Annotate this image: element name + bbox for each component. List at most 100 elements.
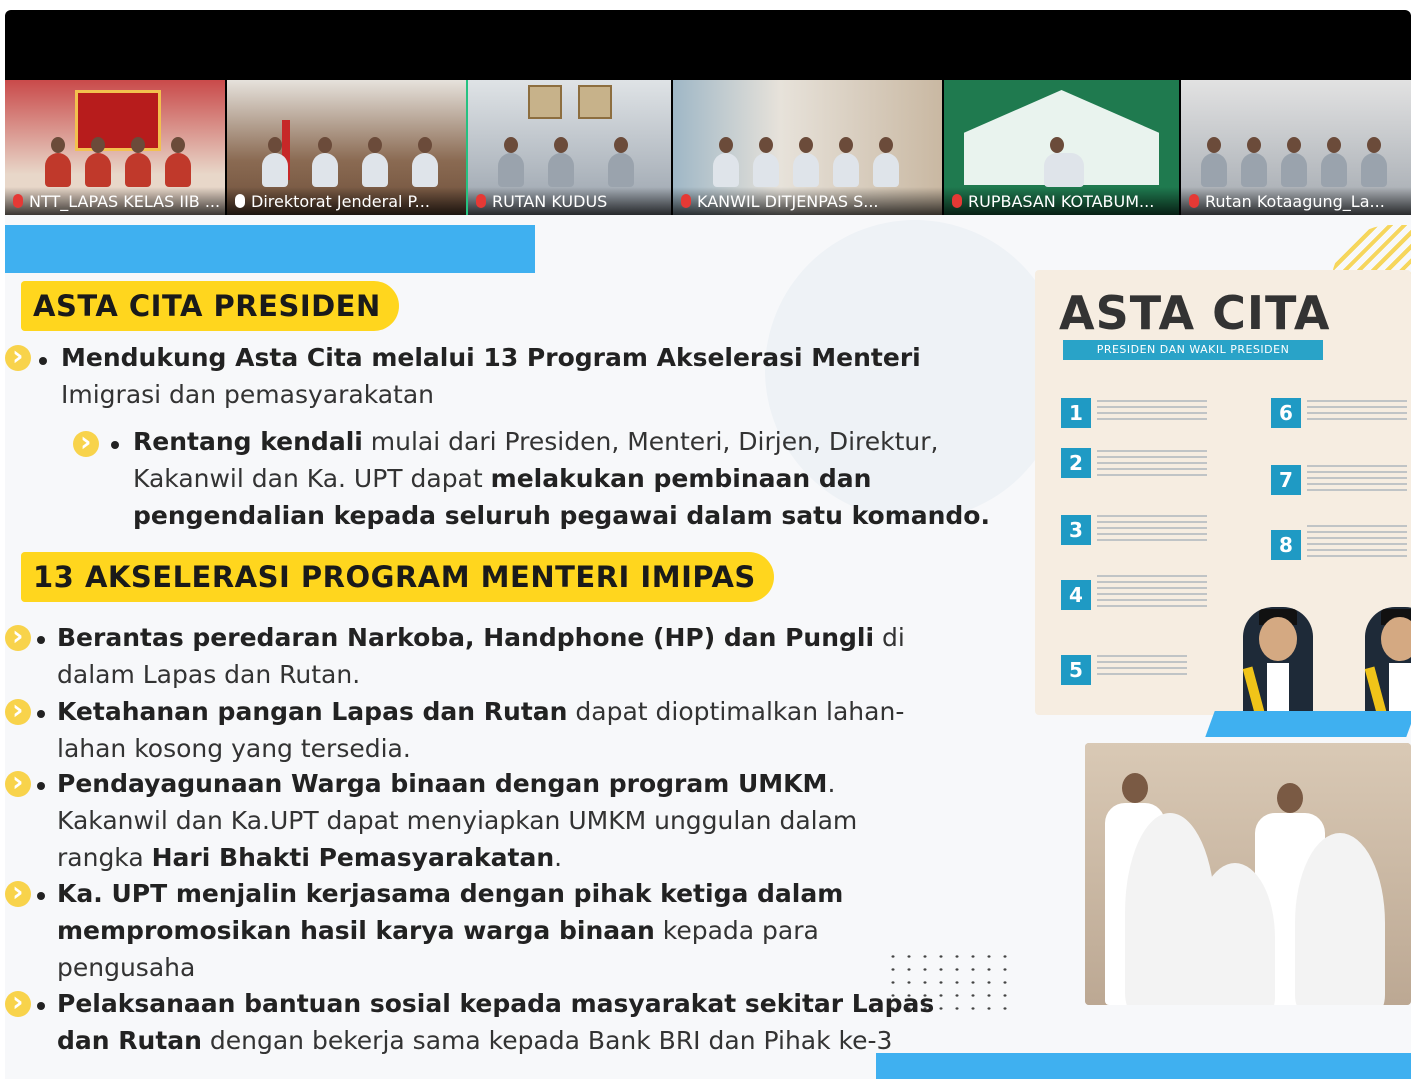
item-bold-text: melakukan pembinaan dan bbox=[490, 464, 872, 493]
photo-person bbox=[1295, 833, 1385, 1005]
participant-label: RUPBASAN KOTABUM... bbox=[944, 187, 1179, 215]
item-text: . bbox=[554, 843, 563, 872]
arrow-icon bbox=[5, 985, 31, 1018]
item-text: Kakanwil dan Ka. UPT dapat bbox=[133, 464, 491, 493]
arrow-icon bbox=[5, 693, 31, 726]
participant-label: Direktorat Jenderal P... bbox=[227, 187, 466, 215]
participant-tile-6[interactable]: Rutan Kotaagung_La... bbox=[1181, 80, 1411, 215]
participant-name: NTT_LAPAS KELAS IIB ... bbox=[29, 191, 221, 211]
program-item-3: Pendayagunaan Warga binaan dengan progra… bbox=[57, 765, 857, 876]
item-text: dalam Lapas dan Rutan. bbox=[57, 660, 361, 689]
president-portrait bbox=[1242, 607, 1313, 715]
participant-name: KANWIL DITJENPAS S... bbox=[697, 191, 879, 211]
infographic-title: ASTA CITA bbox=[1059, 286, 1331, 340]
program-item-2: Ketahanan pangan Lapas dan Rutan dapat d… bbox=[57, 693, 904, 767]
asta-cita-infographic: ASTA CITA PRESIDEN DAN WAKIL PRESIDEN 1 … bbox=[1035, 270, 1411, 715]
meeting-top-bar bbox=[5, 10, 1411, 80]
item-text: pengusaha bbox=[57, 953, 196, 982]
participant-label: KANWIL DITJENPAS S... bbox=[673, 187, 942, 215]
bullet-icon bbox=[37, 782, 45, 790]
item-bold-text: Ketahanan pangan Lapas dan Rutan bbox=[57, 697, 568, 726]
number-badge: 4 bbox=[1061, 580, 1091, 610]
section-title-asta-cita: ASTA CITA PRESIDEN bbox=[21, 281, 399, 331]
arrow-icon bbox=[5, 765, 31, 798]
participant-name: RUTAN KUDUS bbox=[492, 191, 608, 211]
number-badge: 8 bbox=[1271, 530, 1301, 560]
participant-tile-3[interactable]: RUTAN KUDUS bbox=[468, 80, 673, 215]
number-badge: 6 bbox=[1271, 398, 1301, 428]
item-bold-text: Berantas peredaran Narkoba, Handphone (H… bbox=[57, 623, 875, 652]
participant-tile-1[interactable]: NTT_LAPAS KELAS IIB ... bbox=[5, 80, 227, 215]
item-text: Imigrasi dan pemasyarakatan bbox=[61, 380, 435, 409]
fine-print bbox=[1097, 515, 1207, 545]
bullet-icon bbox=[37, 1002, 45, 1010]
bullet-icon bbox=[37, 710, 45, 718]
vice-president-portrait bbox=[1364, 607, 1411, 715]
decor-blue-bar-bottom bbox=[876, 1053, 1411, 1079]
frame bbox=[578, 85, 612, 119]
fine-print bbox=[1307, 525, 1407, 561]
item-text: rangka bbox=[57, 843, 152, 872]
participant-name: Direktorat Jenderal P... bbox=[251, 191, 430, 211]
mic-muted-icon bbox=[1189, 194, 1199, 208]
infographic-subtitle: PRESIDEN DAN WAKIL PRESIDEN bbox=[1063, 340, 1323, 360]
item-text: dengan bekerja sama kepada Bank BRI dan … bbox=[201, 1026, 893, 1055]
participant-tile-5[interactable]: RUPBASAN KOTABUM... bbox=[944, 80, 1181, 215]
frame bbox=[528, 85, 562, 119]
bullet-icon bbox=[37, 892, 45, 900]
asta-cita-subitem: Rentang kendali mulai dari Presiden, Men… bbox=[133, 423, 990, 534]
mic-muted-icon bbox=[476, 194, 486, 208]
decor-blue-bar bbox=[5, 225, 535, 273]
participant-name: Rutan Kotaagung_La... bbox=[1205, 191, 1385, 211]
item-text: di bbox=[874, 623, 905, 652]
program-item-5: Pelaksanaan bantuan sosial kepada masyar… bbox=[57, 985, 934, 1059]
item-bold-text: Pendayagunaan Warga binaan dengan progra… bbox=[57, 769, 828, 798]
item-bold-text: Pelaksanaan bantuan sosial kepada masyar… bbox=[57, 989, 935, 1018]
photo-person bbox=[1195, 863, 1275, 1005]
event-photo bbox=[1085, 743, 1411, 1005]
participant-tile-4[interactable]: KANWIL DITJENPAS S... bbox=[673, 80, 944, 215]
participant-tile-2[interactable]: Direktorat Jenderal P... bbox=[227, 80, 468, 215]
arrow-icon bbox=[5, 875, 31, 908]
fine-print bbox=[1097, 400, 1207, 424]
item-bold-text: Hari Bhakti Pemasyarakatan bbox=[151, 843, 555, 872]
bullet-icon bbox=[111, 441, 119, 449]
number-badge: 5 bbox=[1061, 655, 1091, 685]
participant-label: RUTAN KUDUS bbox=[468, 187, 671, 215]
fine-print bbox=[1307, 400, 1407, 424]
fine-print bbox=[1307, 465, 1407, 495]
item-text: Kakanwil dan Ka.UPT dapat menyiapkan UMK… bbox=[57, 806, 858, 835]
item-text: . bbox=[827, 769, 836, 798]
number-badge: 2 bbox=[1061, 448, 1091, 478]
banner bbox=[75, 90, 161, 151]
number-badge: 1 bbox=[1061, 398, 1091, 428]
participant-label: Rutan Kotaagung_La... bbox=[1181, 187, 1411, 215]
arrow-icon bbox=[73, 425, 99, 458]
participant-strip: NTT_LAPAS KELAS IIB ... Direktorat Jende… bbox=[5, 80, 1411, 215]
asta-cita-item: Mendukung Asta Cita melalui 13 Program A… bbox=[61, 339, 921, 413]
program-item-1: Berantas peredaran Narkoba, Handphone (H… bbox=[57, 619, 905, 693]
bullet-icon bbox=[37, 636, 45, 644]
participant-name: RUPBASAN KOTABUM... bbox=[968, 191, 1155, 211]
participant-label: NTT_LAPAS KELAS IIB ... bbox=[5, 187, 225, 215]
mic-muted-icon bbox=[681, 194, 691, 208]
fine-print bbox=[1097, 655, 1187, 679]
mic-active-icon bbox=[235, 194, 245, 208]
mic-muted-icon bbox=[952, 194, 962, 208]
number-badge: 7 bbox=[1271, 465, 1301, 495]
item-bold-text: pengendalian kepada seluruh pegawai dala… bbox=[133, 501, 990, 530]
item-bold-text: mempromosikan hasil karya warga binaan bbox=[57, 916, 655, 945]
mic-muted-icon bbox=[13, 194, 23, 208]
item-bold-text: dan Rutan bbox=[57, 1026, 202, 1055]
number-badge: 3 bbox=[1061, 515, 1091, 545]
section-title-13-akselerasi: 13 AKSELERASI PROGRAM MENTERI IMIPAS bbox=[21, 552, 774, 602]
fine-print bbox=[1097, 450, 1207, 480]
arrow-icon bbox=[5, 619, 31, 652]
bullet-icon bbox=[39, 357, 47, 365]
fine-print bbox=[1097, 575, 1207, 611]
item-text: lahan kosong yang tersedia. bbox=[57, 734, 411, 763]
item-text: mulai dari Presiden, Menteri, Dirjen, Di… bbox=[362, 427, 939, 456]
item-bold-text: Mendukung Asta Cita melalui 13 Program A… bbox=[61, 343, 921, 372]
item-text: kepada para bbox=[654, 916, 819, 945]
shared-slide: ASTA CITA PRESIDEN Mendukung Asta Cita m… bbox=[5, 215, 1411, 1079]
